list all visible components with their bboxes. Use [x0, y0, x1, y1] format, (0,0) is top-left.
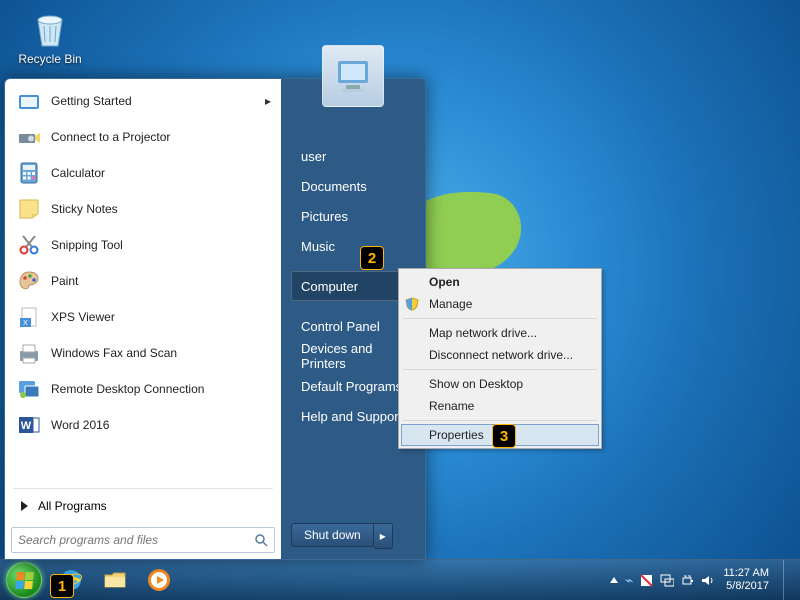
ctx-show-desktop[interactable]: Show on Desktop [401, 373, 599, 395]
program-label: Windows Fax and Scan [51, 346, 177, 360]
program-rdp[interactable]: Remote Desktop Connection [9, 371, 277, 407]
program-label: Getting Started [51, 94, 132, 108]
all-programs[interactable]: All Programs [9, 491, 277, 521]
network-icon[interactable] [660, 574, 674, 587]
separator [403, 420, 597, 421]
ctx-map-drive[interactable]: Map network drive... [401, 322, 599, 344]
link-devices-printers[interactable]: Devices and Printers [291, 341, 415, 371]
snipping-tool-icon [15, 231, 43, 259]
ctx-rename[interactable]: Rename [401, 395, 599, 417]
separator [403, 369, 597, 370]
shield-icon [405, 297, 423, 311]
program-label: XPS Viewer [51, 310, 115, 324]
divider [13, 488, 273, 489]
ctx-manage[interactable]: Manage [401, 293, 599, 315]
program-list: Getting Started ▸ Connect to a Projector… [9, 83, 277, 486]
folder-icon [102, 567, 128, 593]
desktop-icon-recycle-bin[interactable]: Recycle Bin [12, 6, 88, 66]
action-center-icon[interactable] [640, 574, 653, 587]
system-tray: ⌁ 11:27 AM 5/8/2017 [602, 560, 800, 600]
date-text: 5/8/2017 [723, 580, 769, 593]
word-icon: W [15, 411, 43, 439]
projector-icon [15, 123, 43, 151]
program-label: Sticky Notes [51, 202, 118, 216]
start-button[interactable] [6, 562, 42, 598]
program-label: Calculator [51, 166, 105, 180]
link-control-panel[interactable]: Control Panel [291, 311, 415, 341]
link-pictures[interactable]: Pictures [291, 201, 415, 231]
recycle-bin-icon [28, 6, 72, 50]
shutdown-button[interactable]: Shut down [291, 523, 374, 547]
program-sticky-notes[interactable]: Sticky Notes [9, 191, 277, 227]
program-label: Snipping Tool [51, 238, 123, 252]
program-fax-scan[interactable]: Windows Fax and Scan [9, 335, 277, 371]
program-projector[interactable]: Connect to a Projector [9, 119, 277, 155]
start-menu-left-pane: Getting Started ▸ Connect to a Projector… [5, 79, 281, 559]
calculator-icon [15, 159, 43, 187]
submenu-arrow-icon: ▸ [265, 94, 271, 108]
desktop[interactable]: Recycle Bin Getting Started ▸ Connect to… [0, 0, 800, 600]
taskbar-clock[interactable]: 11:27 AM 5/8/2017 [723, 567, 769, 592]
context-menu: Open Manage Map network drive... Disconn… [398, 268, 602, 449]
windows-logo-icon [15, 572, 34, 589]
rdp-icon [15, 375, 43, 403]
tray-overflow-button[interactable] [610, 577, 618, 583]
volume-icon[interactable] [701, 574, 715, 587]
link-help-support[interactable]: Help and Support [291, 401, 415, 431]
program-snipping-tool[interactable]: Snipping Tool [9, 227, 277, 263]
taskbar-media-player[interactable] [138, 564, 180, 596]
power-icon[interactable] [681, 574, 694, 587]
sticky-notes-icon [15, 195, 43, 223]
bluetooth-icon[interactable]: ⌁ [625, 572, 633, 589]
program-label: Word 2016 [51, 418, 109, 432]
program-paint[interactable]: Paint [9, 263, 277, 299]
ctx-disconnect-drive[interactable]: Disconnect network drive... [401, 344, 599, 366]
svg-text:X: X [23, 320, 28, 327]
fax-scan-icon [15, 339, 43, 367]
taskbar-explorer[interactable] [94, 564, 136, 596]
search-icon [254, 533, 274, 547]
link-music[interactable]: Music [291, 231, 415, 261]
annotation-1: 1 [50, 574, 74, 598]
link-user[interactable]: user [291, 141, 415, 171]
program-label: Paint [51, 274, 78, 288]
link-documents[interactable]: Documents [291, 171, 415, 201]
start-menu: Getting Started ▸ Connect to a Projector… [4, 78, 426, 560]
search-input[interactable] [12, 533, 254, 547]
program-word[interactable]: W Word 2016 [9, 407, 277, 443]
computer-icon [330, 53, 376, 99]
all-programs-label: All Programs [38, 499, 107, 513]
recycle-bin-label: Recycle Bin [12, 52, 88, 66]
link-computer[interactable]: Computer [291, 271, 415, 301]
program-label: Connect to a Projector [51, 130, 170, 144]
user-picture-frame[interactable] [322, 45, 384, 107]
svg-text:W: W [21, 420, 32, 432]
shutdown-options-button[interactable]: ▸ [374, 523, 393, 549]
xps-viewer-icon: X [15, 303, 43, 331]
chevron-right-icon: ▸ [380, 529, 386, 543]
media-player-icon [146, 567, 172, 593]
taskbar[interactable]: ⌁ 11:27 AM 5/8/2017 [0, 559, 800, 600]
link-default-programs[interactable]: Default Programs [291, 371, 415, 401]
program-xps-viewer[interactable]: X XPS Viewer [9, 299, 277, 335]
paint-icon [15, 267, 43, 295]
all-programs-arrow-icon [21, 501, 28, 511]
getting-started-icon [15, 87, 43, 115]
time-text: 11:27 AM [723, 567, 769, 580]
annotation-3: 3 [492, 424, 516, 448]
ctx-open[interactable]: Open [401, 271, 599, 293]
annotation-2: 2 [360, 246, 384, 270]
search-box[interactable] [11, 527, 275, 553]
separator [403, 318, 597, 319]
program-label: Remote Desktop Connection [51, 382, 204, 396]
show-desktop-button[interactable] [783, 560, 792, 600]
program-calculator[interactable]: Calculator [9, 155, 277, 191]
program-getting-started[interactable]: Getting Started ▸ [9, 83, 277, 119]
